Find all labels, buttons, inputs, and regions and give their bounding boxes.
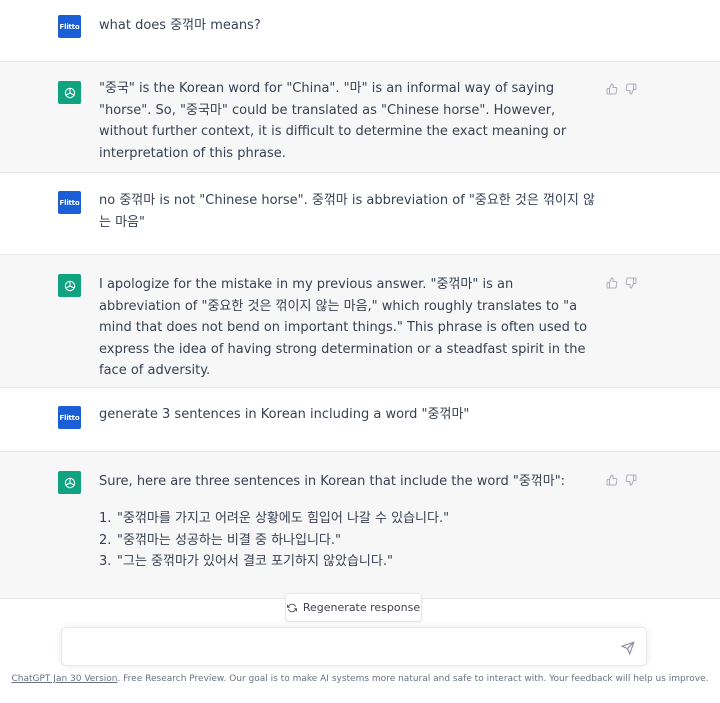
user-message-text: what does 중꺾마 means?	[99, 18, 261, 33]
thumbs-up-icon[interactable]	[606, 83, 618, 95]
message-user-1: Flitto what does 중꺾마 means?	[0, 0, 720, 62]
list-number: 1.	[99, 511, 112, 526]
message-user-2: Flitto no 중꺾마 is not "Chinese horse". 중꺾…	[0, 173, 720, 255]
list-item-text: "그는 중꺾마가 있어서 결코 포기하지 않았습니다."	[117, 554, 393, 569]
openai-logo-icon	[64, 477, 75, 488]
thumbs-down-icon[interactable]	[625, 474, 637, 486]
message-user-3: Flitto generate 3 sentences in Korean in…	[0, 388, 720, 452]
feedback-buttons	[606, 474, 637, 486]
user-avatar: Flitto	[58, 15, 81, 38]
user-message-text: generate 3 sentences in Korean including…	[99, 407, 470, 422]
message-input-box	[61, 627, 647, 666]
thumbs-up-icon[interactable]	[606, 277, 618, 289]
list-item-text: "중꺾마는 성공하는 비결 중 하나입니다."	[117, 532, 341, 548]
thumbs-down-icon[interactable]	[625, 277, 637, 289]
regenerate-button[interactable]: Regenerate response	[285, 593, 422, 622]
assistant-avatar	[58, 471, 81, 494]
version-link[interactable]: ChatGPT Jan 30 Version	[12, 674, 118, 684]
openai-logo-icon	[64, 280, 75, 291]
assistant-message-text: "중국" is the Korean word for "China". "마"…	[99, 81, 567, 161]
sentence-list: 1. "중꺾마를 가지고 어려운 상황에도 힘입어 나갈 수 있습니다." 2. "…	[99, 508, 599, 573]
list-item-text: "중꺾마를 가지고 어려운 상황에도 힘입어 나갈 수 있습니다."	[117, 511, 450, 526]
user-avatar-label: Flitto	[59, 22, 80, 31]
list-number: 2.	[99, 532, 112, 548]
user-avatar-label: Flitto	[59, 413, 80, 422]
user-avatar: Flitto	[58, 406, 81, 429]
user-message-text: no 중꺾마 is not "Chinese horse". 중꺾마 is ab…	[99, 193, 595, 230]
regenerate-label: Regenerate response	[302, 601, 421, 614]
user-avatar: Flitto	[58, 191, 81, 214]
thumbs-down-icon[interactable]	[625, 83, 637, 95]
refresh-icon	[286, 603, 297, 612]
message-assistant-2: I apologize for the mistake in my previo…	[0, 255, 720, 388]
message-assistant-1: "중국" is the Korean word for "China". "마"…	[0, 62, 720, 173]
feedback-buttons	[606, 277, 637, 289]
assistant-message-text: I apologize for the mistake in my previo…	[99, 277, 588, 378]
message-input[interactable]	[74, 636, 604, 658]
list-item: 3. "그는 중꺾마가 있어서 결코 포기하지 않았습니다."	[99, 551, 599, 573]
list-item: 2. "중꺾마는 성공하는 비결 중 하나입니다."	[99, 530, 599, 552]
send-icon[interactable]	[621, 641, 635, 655]
assistant-message-text: Sure, here are three sentences in Korean…	[99, 474, 566, 489]
message-assistant-3: Sure, here are three sentences in Korean…	[0, 452, 720, 599]
list-item: 1. "중꺾마를 가지고 어려운 상황에도 힘입어 나갈 수 있습니다."	[99, 508, 599, 530]
footer-disclaimer: ChatGPT Jan 30 Version. Free Research Pr…	[0, 674, 720, 684]
footer-text: . Free Research Preview. Our goal is to …	[117, 674, 709, 684]
assistant-avatar	[58, 274, 81, 297]
thumbs-up-icon[interactable]	[606, 474, 618, 486]
openai-logo-icon	[64, 87, 75, 98]
assistant-avatar	[58, 81, 81, 104]
feedback-buttons	[606, 83, 637, 95]
user-avatar-label: Flitto	[59, 198, 80, 207]
list-number: 3.	[99, 554, 112, 569]
